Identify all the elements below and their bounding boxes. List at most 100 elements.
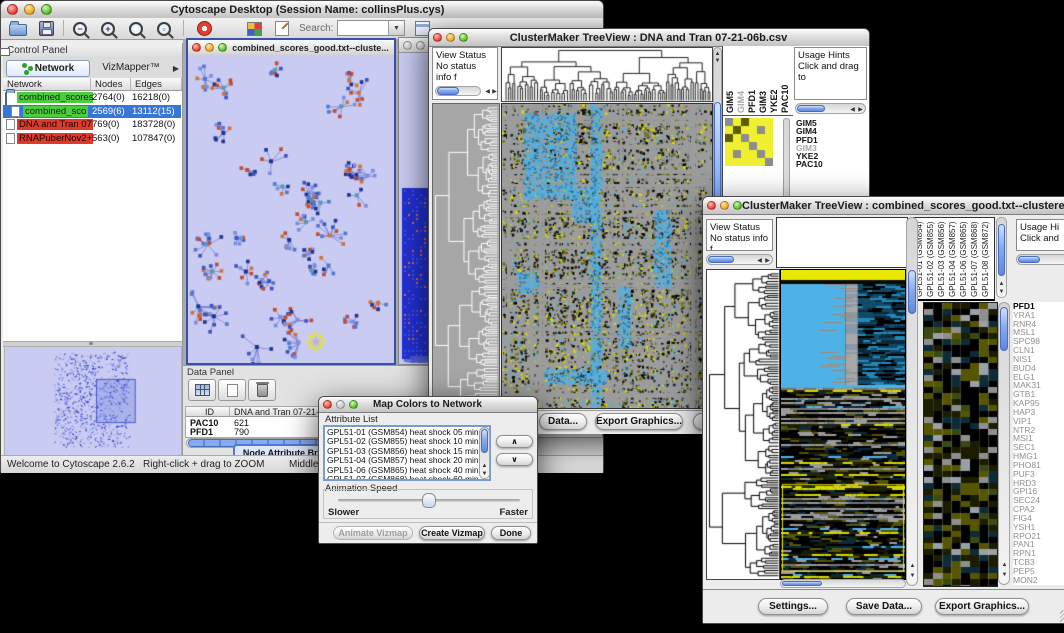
minimize-icon[interactable] [720, 201, 729, 210]
tv2-heatmap[interactable] [780, 269, 906, 580]
select-attributes-button[interactable] [188, 379, 216, 401]
attribute-list-vscrollbar[interactable]: ▲ ▼ [479, 427, 490, 479]
network-view-canvas[interactable] [188, 55, 394, 363]
network-row[interactable]: combined_scores 2764(0) 16218(0) [3, 91, 181, 105]
export-graphics-button[interactable]: Export Graphics... [595, 413, 683, 430]
attribute-list-item[interactable]: GPL51-02 (GSM855) heat shock 10 min [327, 437, 487, 446]
scrollbar-thumb[interactable] [797, 105, 825, 112]
tv2-labels-vscrollbar[interactable]: ▲ ▼ [996, 217, 1007, 298]
minimize-icon[interactable] [24, 4, 35, 15]
tab-network[interactable]: Network [6, 60, 90, 77]
tab-overflow-icon[interactable]: ▶ [173, 64, 179, 73]
create-vizmap-button[interactable]: Create Vizmap [419, 526, 485, 540]
scrollbar-thumb[interactable] [998, 224, 1005, 276]
maximize-icon[interactable] [733, 201, 742, 210]
attribute-list-item[interactable]: GPL51-06 (GSM865) heat shock 40 min [327, 466, 487, 475]
export-graphics-button[interactable]: Export Graphics... [935, 598, 1029, 615]
attribute-list-item[interactable]: GPL51-03 (GSM856) heat shock 15 min [327, 447, 487, 456]
new-attribute-button[interactable] [218, 379, 246, 401]
close-icon[interactable] [323, 400, 332, 409]
col-header-network[interactable]: Network [3, 78, 91, 91]
tv1-heatmap[interactable] [501, 103, 713, 409]
scroll-down-icon[interactable]: ▼ [908, 572, 917, 581]
splitter-handle[interactable] [89, 342, 93, 345]
scroll-down-icon[interactable]: ▼ [480, 470, 489, 479]
tv2-zoom-vscrollbar[interactable]: ▲ ▼ [998, 302, 1010, 585]
tv2-hints-hscrollbar[interactable] [1016, 254, 1064, 265]
attribute-list-item[interactable]: GPL51-01 (GSM854) heat shock 05 min [327, 428, 487, 437]
close-icon[interactable] [707, 201, 716, 210]
network-frame-1[interactable]: combined_scores_good.txt--cluste... [186, 38, 396, 365]
treeview1-titlebar[interactable]: ClusterMaker TreeView : DNA and Tran 07-… [429, 29, 869, 47]
minimize-icon[interactable] [205, 43, 214, 52]
frame1-titlebar[interactable]: combined_scores_good.txt--cluste... [188, 40, 394, 56]
scroll-right-icon[interactable]: ▶ [763, 257, 772, 266]
tab-vizmapper[interactable]: VizMapper™ [95, 59, 167, 76]
done-button[interactable]: Done [491, 526, 531, 540]
scroll-right-icon[interactable]: ▶ [490, 88, 498, 97]
annotation-button[interactable] [269, 19, 295, 38]
scrollbar-thumb[interactable] [782, 581, 822, 586]
view-status-hscrollbar[interactable] [435, 86, 481, 96]
treeview2-titlebar[interactable]: ClusterMaker TreeView : combined_scores_… [703, 197, 1064, 215]
network-row[interactable]: RNAPuberNov2+! 563(0) 107847(0) [3, 132, 181, 146]
tv1-column-dendrogram[interactable] [501, 47, 713, 102]
search-combo[interactable]: ▼ [337, 20, 405, 36]
open-file-button[interactable] [5, 19, 31, 38]
scroll-down-icon[interactable]: ▼ [997, 288, 1006, 297]
tv2-main-vscrollbar[interactable]: ▲ ▼ [906, 217, 918, 586]
scrollbar-thumb[interactable] [708, 256, 734, 263]
minimize-icon[interactable] [416, 41, 425, 50]
save-data-button[interactable]: Save Data... [846, 598, 922, 615]
tv2-status-hscrollbar[interactable]: ◀ ▶ [706, 254, 773, 265]
tv2-zoom-heatmap[interactable] [923, 302, 998, 587]
minimize-icon[interactable] [446, 33, 455, 42]
scroll-up-icon[interactable]: ▲ [908, 562, 917, 571]
close-icon[interactable] [7, 4, 18, 15]
table-cell-value[interactable]: 790 [230, 427, 330, 437]
scroll-up-icon[interactable]: ▲ [1000, 561, 1009, 570]
help-button[interactable] [191, 19, 217, 38]
close-icon[interactable] [403, 41, 412, 50]
settings-button[interactable]: Settings... [758, 598, 828, 615]
attribute-list-item[interactable]: GPL51-07 (GSM868) heat shock 60 min [327, 475, 487, 481]
scroll-down-icon[interactable]: ▼ [713, 57, 722, 66]
scroll-down-icon[interactable]: ▼ [1000, 571, 1009, 580]
move-up-button[interactable]: ∧ [496, 435, 533, 448]
delete-attribute-button[interactable] [248, 379, 276, 401]
move-down-button[interactable]: ∨ [496, 453, 533, 466]
scroll-right-icon[interactable]: ▶ [856, 106, 865, 115]
minimize-icon[interactable] [336, 400, 345, 409]
maximize-icon[interactable] [349, 400, 358, 409]
birdseye-view[interactable] [4, 346, 182, 456]
dialog-titlebar[interactable]: Map Colors to Network [319, 397, 537, 413]
close-icon[interactable] [192, 43, 201, 52]
zoom-in-button[interactable]: + [95, 19, 121, 38]
maximize-icon[interactable] [218, 43, 227, 52]
table-cell-id[interactable]: PFD1 [186, 427, 230, 437]
speed-slider-thumb[interactable] [422, 493, 436, 508]
zoom-out-button[interactable]: − [67, 19, 93, 38]
network-row-selected[interactable]: combined_sco 2569(6) 13112(15) [3, 105, 181, 119]
zoom-selected-button[interactable]: ▫ [151, 19, 177, 38]
tv1-zoom-matrix[interactable] [725, 118, 773, 166]
tv1-hints-hscrollbar[interactable]: ◀ ▶ [795, 103, 866, 114]
maximize-icon[interactable] [41, 4, 52, 15]
search-input[interactable] [338, 21, 388, 35]
vizmapper-button[interactable] [241, 19, 267, 38]
col-header-id[interactable]: ID [186, 407, 230, 417]
maximize-icon[interactable] [459, 33, 468, 42]
main-titlebar[interactable]: Cytoscape Desktop (Session Name: collins… [1, 1, 603, 19]
close-icon[interactable] [433, 33, 442, 42]
animate-vizmap-button[interactable]: Animate Vizmap [333, 526, 413, 540]
scrollbar-thumb[interactable] [1018, 256, 1040, 263]
tv1-row-dendrogram[interactable] [432, 103, 500, 409]
save-session-button[interactable] [33, 19, 59, 38]
scrollbar-thumb[interactable] [908, 270, 916, 314]
zoom-fit-button[interactable] [123, 19, 149, 38]
tv2-row-dendrogram[interactable] [706, 269, 780, 580]
col-header-edges[interactable]: Edges [131, 78, 182, 91]
resize-grip[interactable] [1060, 610, 1064, 622]
tv2-column-dendrogram-area[interactable] [776, 217, 908, 268]
save-data-button[interactable]: Data... [539, 413, 587, 430]
